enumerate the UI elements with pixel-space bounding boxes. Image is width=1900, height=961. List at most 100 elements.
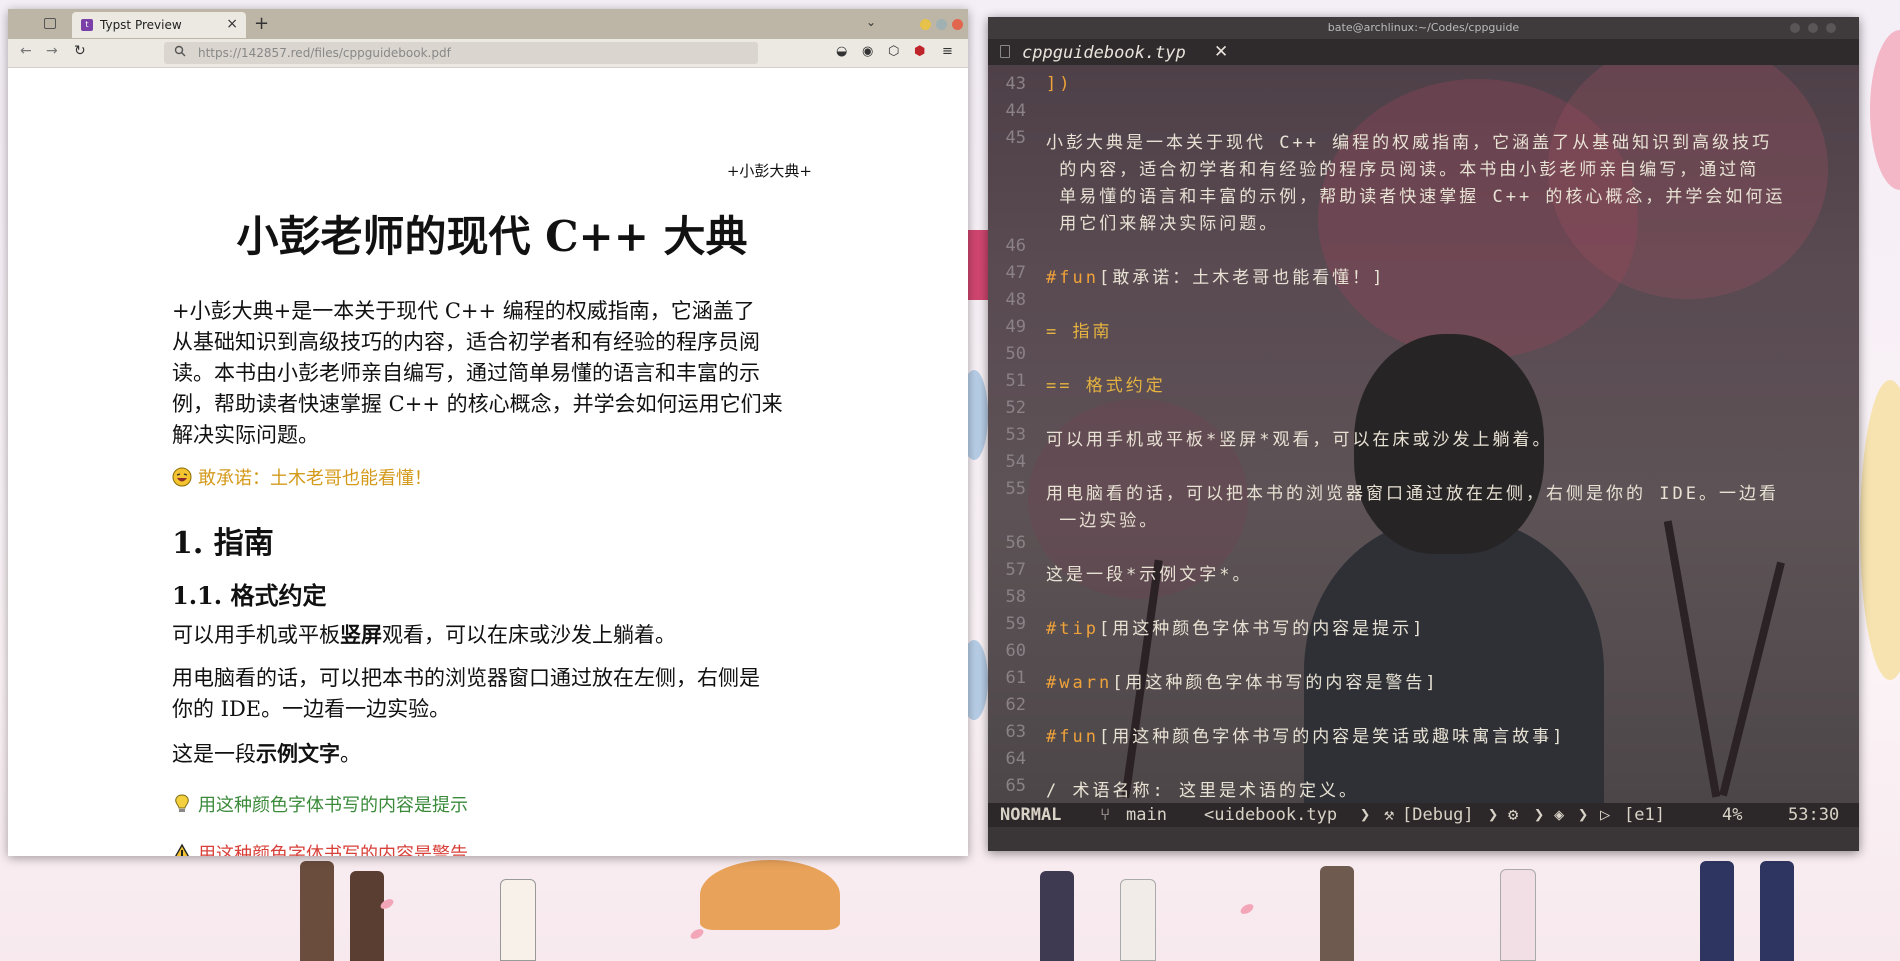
wallpaper-figure <box>1860 380 1900 680</box>
url-bar[interactable]: https://142857.red/files/cppguidebook.pd… <box>164 42 758 64</box>
fun-note-text: 敢承诺：土木老哥也能看懂！ <box>198 468 432 489</box>
line-number: 57 <box>1005 560 1026 580</box>
build-icon: ⚒ <box>1384 805 1395 825</box>
warning-icon <box>175 843 189 856</box>
minimize-button[interactable] <box>920 19 931 30</box>
wallpaper-figure <box>300 861 334 961</box>
typst-function: #warn <box>1046 673 1113 693</box>
gear-icon: ⚙ <box>1508 805 1519 825</box>
browser-window: t Typst Preview × + ⌄ ← → ↻ https://1428… <box>8 9 968 856</box>
wallpaper-umbrella <box>700 860 840 930</box>
git-branch-icon: ⑂ <box>1100 805 1111 825</box>
reload-icon[interactable]: ↻ <box>74 43 86 59</box>
p2-line: 你的 IDE。一边看一边实验。 <box>172 697 451 721</box>
navigation-bar: ← → ↻ https://142857.red/files/cppguideb… <box>8 39 968 68</box>
git-branch: main <box>1126 805 1167 825</box>
code-line: ]) <box>1046 74 1073 94</box>
code-line-wrap: 用它们来解决实际问题。 <box>1046 214 1280 234</box>
maximize-button[interactable] <box>1808 23 1818 33</box>
line-number: 62 <box>1005 695 1026 715</box>
line-number: 65 <box>1005 776 1026 796</box>
terminal-titlebar: bate@archlinux:~/Codes/cppguide <box>988 17 1859 39</box>
typst-content: [敢承诺：土木老哥也能看懂！] <box>1098 268 1386 288</box>
diagnostics: [e1] <box>1624 805 1665 825</box>
warn-note-text: 用这种颜色字体书写的内容是警告 <box>198 844 468 856</box>
typst-content: [用这种颜色字体书写的内容是警告] <box>1112 673 1439 693</box>
target-icon: ◈ <box>1554 805 1565 825</box>
maximize-button[interactable] <box>936 19 947 30</box>
command-line[interactable] <box>988 827 1859 851</box>
tab-close-icon[interactable]: × <box>226 16 238 32</box>
line-number: 47 <box>1005 263 1026 283</box>
line-number: 54 <box>1005 452 1026 472</box>
pdf-intro-line: 例，帮助读者快速掌握 C++ 的核心概念，并学会如何运用它们来 <box>172 392 783 416</box>
pocket-icon[interactable]: ◒ <box>836 44 847 59</box>
menu-icon[interactable]: ≡ <box>942 44 953 59</box>
code-line: #warn[用这种颜色字体书写的内容是警告] <box>1046 668 1439 693</box>
line-number: 60 <box>1005 641 1026 661</box>
typst-favicon-icon: t <box>81 19 93 31</box>
line-number: 61 <box>1005 668 1026 688</box>
tip-note-text: 用这种颜色字体书写的内容是提示 <box>198 795 468 816</box>
line-number: 55 <box>1005 479 1026 499</box>
p2-line: 用电脑看的话，可以把本书的浏览器窗口通过放在左侧，右侧是 <box>172 666 760 690</box>
minimize-button[interactable] <box>1790 23 1800 33</box>
pdf-paragraph-ide: 用电脑看的话，可以把本书的浏览器窗口通过放在左侧，右侧是 你的 IDE。一边看一… <box>172 663 812 725</box>
code-line-wrap: 一边实验。 <box>1046 511 1160 531</box>
back-arrow-icon[interactable]: ← <box>20 43 32 59</box>
close-window-button[interactable] <box>1826 23 1836 33</box>
line-number: 46 <box>1005 236 1026 256</box>
file-icon <box>1000 45 1010 58</box>
pdf-viewport[interactable]: +小彭大典+ 小彭老师的现代 C++ 大典 +小彭大典+是一本关于现代 C++ … <box>8 68 968 856</box>
bg-tree-trunk <box>1719 561 1785 797</box>
pdf-running-header: +小彭大典+ <box>726 162 812 180</box>
wallpaper-figure <box>1870 30 1900 190</box>
pdf-intro-line: 读。本书由小彭老师亲自编写，通过简单易懂的语言和丰富的示 <box>172 361 760 385</box>
line-number: 43 <box>1005 74 1026 94</box>
pdf-title: 小彭老师的现代 C++ 大典 <box>236 212 748 261</box>
extensions-icon[interactable]: ⬡ <box>888 44 899 59</box>
line-number: 58 <box>1005 587 1026 607</box>
line-number: 44 <box>1005 101 1026 121</box>
ublock-icon[interactable]: ⬢ <box>914 44 925 59</box>
account-icon[interactable]: ◉ <box>862 44 873 59</box>
pdf-heading-1: 1. 指南 <box>172 526 274 561</box>
search-icon <box>174 45 186 57</box>
pdf-intro-line: +小彭大典+是一本关于现代 C++ 编程的权威指南，它涵盖了 <box>172 299 755 323</box>
line-number: 48 <box>1005 290 1026 310</box>
vim-mode: NORMAL <box>1000 805 1062 825</box>
lsp-status: [Debug] <box>1402 805 1474 825</box>
code-line: / 术语名称: 这里是术语的定义。 <box>1046 781 1359 801</box>
status-file: <uidebook.typ <box>1204 805 1338 825</box>
url-text[interactable]: https://142857.red/files/cppguidebook.pd… <box>198 46 451 60</box>
typst-function: #fun <box>1046 268 1099 288</box>
wallpaper-figure <box>1320 866 1354 961</box>
wallpaper-petal <box>688 927 706 941</box>
line-number: 51 <box>1005 371 1026 391</box>
line-number: 63 <box>1005 722 1026 742</box>
tab-typst-preview[interactable]: t Typst Preview × <box>72 12 246 38</box>
scroll-percent: 4% <box>1722 805 1743 825</box>
heading-line: = 指南 <box>1046 322 1113 342</box>
p3-bold: 示例文字 <box>256 741 340 766</box>
forward-arrow-icon[interactable]: → <box>46 43 58 59</box>
line-number: 53 <box>1005 425 1026 445</box>
code-line-wrap: 的内容，适合初学者和有经验的程序员阅读。本书由小彭老师亲自编写，通过简 <box>1046 160 1760 180</box>
close-window-button[interactable] <box>952 19 963 30</box>
buffer-tab-name[interactable]: cppguidebook.typ <box>1022 43 1186 63</box>
pdf-paragraph-example: 这是一段示例文字。 <box>172 738 812 770</box>
tab-overview-icon[interactable] <box>44 18 56 29</box>
code-line-cursor: 可以用手机或平板*竖屏*观看，可以在床或沙发上躺着。 <box>1046 430 1553 450</box>
new-tab-button[interactable]: + <box>254 13 269 34</box>
buffer-close-icon[interactable]: ✕ <box>1214 42 1228 62</box>
pdf-intro-paragraph: +小彭大典+是一本关于现代 C++ 编程的权威指南，它涵盖了 从基础知识到高级技… <box>172 296 812 451</box>
tab-list-chevron-down-icon[interactable]: ⌄ <box>866 15 876 29</box>
line-number: 64 <box>1005 749 1026 769</box>
typst-function: #tip <box>1046 619 1099 639</box>
wallpaper-petal <box>1238 902 1256 916</box>
code-line-wrap: 单易懂的语言和丰富的示例，帮助读者快速掌握 C++ 的核心概念，并学会如何运 <box>1046 187 1786 207</box>
pdf-intro-line: 从基础知识到高级技巧的内容，适合初学者和有经验的程序员阅 <box>172 330 760 354</box>
wallpaper-figure <box>1500 869 1536 961</box>
terminal-window: bate@archlinux:~/Codes/cppguide cppguide… <box>988 17 1859 851</box>
pdf-heading-2: 1.1. 格式约定 <box>172 581 327 610</box>
